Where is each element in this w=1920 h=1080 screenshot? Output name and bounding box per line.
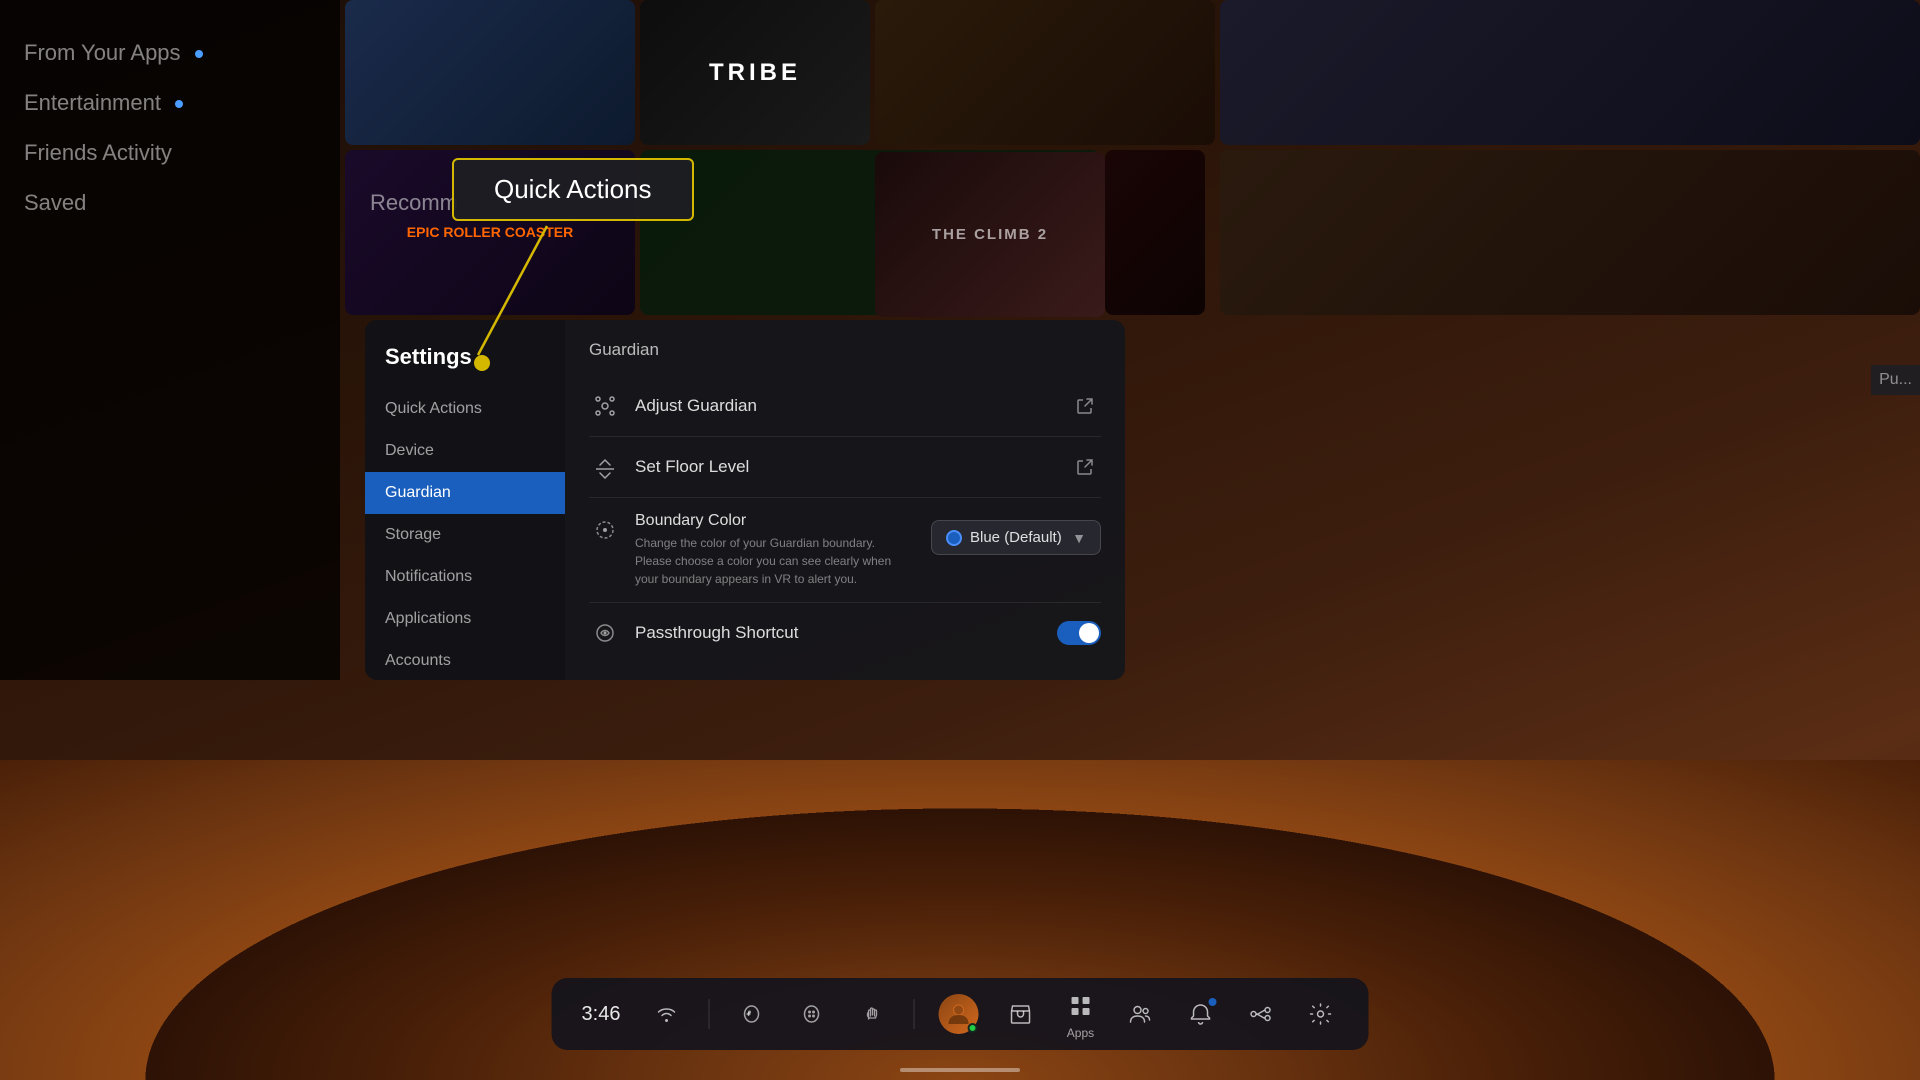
quick-actions-box: Quick Actions	[452, 158, 694, 221]
settings-nav-device[interactable]: Device	[365, 430, 565, 472]
nav-item-from-apps[interactable]: From Your Apps	[24, 28, 316, 78]
color-dot-blue	[946, 530, 962, 546]
adjust-guardian-launch-icon[interactable]	[1069, 390, 1101, 422]
people-icon[interactable]	[1122, 996, 1158, 1032]
settings-content: Guardian Adjust Guardian	[565, 320, 1125, 680]
taskbar: 3:46	[552, 978, 1369, 1050]
boundary-color-row: Boundary Color Change the color of your …	[589, 498, 1101, 603]
notification-badge	[1208, 998, 1216, 1006]
passthrough-label: Passthrough Shortcut	[635, 623, 1057, 643]
set-floor-level-icon	[589, 451, 621, 483]
settings-panel: Settings Quick Actions Device Guardian S…	[365, 320, 1125, 680]
passthrough-shortcut-row: Passthrough Shortcut	[589, 603, 1101, 663]
wifi-icon	[648, 996, 684, 1032]
settings-nav-applications[interactable]: Applications	[365, 598, 565, 640]
scroll-indicator-area	[900, 1068, 1020, 1072]
app-tile-climb[interactable]: THE CLIMB 2	[875, 152, 1105, 317]
adjust-guardian-label: Adjust Guardian	[635, 396, 1069, 416]
taskbar-time: 3:46	[582, 1003, 621, 1026]
tribe-logo: TRIBE	[709, 59, 801, 87]
avatar-icon[interactable]	[938, 994, 978, 1034]
tooltip-dot	[474, 355, 490, 371]
adjust-guardian-item[interactable]: Adjust Guardian	[589, 376, 1101, 437]
store-icon[interactable]	[1002, 996, 1038, 1032]
boundary-color-label: Boundary Color	[635, 512, 931, 530]
settings-section-title: Guardian	[589, 340, 1101, 360]
settings-nav-guardian[interactable]: Guardian	[365, 472, 565, 514]
nav-item-entertainment[interactable]: Entertainment	[24, 78, 316, 128]
settings-nav-storage[interactable]: Storage	[365, 514, 565, 556]
taskbar-divider-1	[708, 999, 709, 1029]
settings-gear-icon[interactable]	[1302, 996, 1338, 1032]
app-tile-tribe[interactable]: TRIBE	[640, 0, 870, 145]
set-floor-level-launch-icon[interactable]	[1069, 451, 1101, 483]
nav-item-saved[interactable]: Saved	[24, 178, 316, 228]
apps-icon-col: Apps	[1062, 988, 1098, 1040]
set-floor-level-label: Set Floor Level	[635, 457, 1069, 477]
app-tile-3[interactable]	[875, 0, 1215, 145]
app-tile-1[interactable]	[345, 0, 635, 145]
left-navigation: From Your Apps Entertainment Friends Act…	[0, 0, 340, 680]
app-tile-7[interactable]	[1105, 150, 1205, 315]
passthrough-toggle[interactable]	[1057, 621, 1101, 645]
app-tile-4[interactable]	[1220, 0, 1920, 145]
dropdown-arrow-icon: ▼	[1072, 530, 1086, 546]
boundary-color-desc: Change the color of your Guardian bounda…	[635, 534, 895, 588]
partial-right-text: Pu...	[1871, 365, 1920, 395]
boundary-color-icon	[589, 514, 621, 546]
passthrough-icon	[589, 617, 621, 649]
notifications-wrapper	[1182, 996, 1218, 1032]
epic-tile-label: Epic Roller Coaster	[407, 223, 573, 241]
controller-right-icon[interactable]	[793, 996, 829, 1032]
settings-sidebar: Settings Quick Actions Device Guardian S…	[365, 320, 565, 680]
app-tile-8[interactable]	[1220, 150, 1920, 315]
scroll-indicator	[900, 1068, 1020, 1072]
settings-nav-quick-actions[interactable]: Quick Actions	[365, 388, 565, 430]
controller-left-icon[interactable]	[733, 996, 769, 1032]
settings-title: Settings	[365, 344, 565, 388]
quick-actions-tooltip: Quick Actions	[452, 158, 694, 221]
adjust-guardian-icon	[589, 390, 621, 422]
color-label: Blue (Default)	[970, 529, 1064, 546]
controller-hand-icon[interactable]	[853, 996, 889, 1032]
taskbar-bar: 3:46	[552, 978, 1369, 1050]
boundary-info: Boundary Color Change the color of your …	[635, 512, 931, 588]
share-icon[interactable]	[1242, 996, 1278, 1032]
toggle-knob	[1079, 623, 1099, 643]
set-floor-level-item[interactable]: Set Floor Level	[589, 437, 1101, 498]
taskbar-divider-2	[913, 999, 914, 1029]
climb-label: THE CLIMB 2	[932, 226, 1048, 243]
notification-dot-2	[175, 100, 183, 108]
settings-nav-accounts[interactable]: Accounts	[365, 640, 565, 680]
notification-dot	[195, 50, 203, 58]
avatar-online-indicator	[967, 1023, 977, 1033]
settings-nav-notifications[interactable]: Notifications	[365, 556, 565, 598]
apps-label: Apps	[1067, 1026, 1094, 1040]
recommended-label: Recomm	[370, 190, 458, 216]
nav-item-friends[interactable]: Friends Activity	[24, 128, 316, 178]
apps-icon[interactable]	[1062, 988, 1098, 1024]
boundary-color-dropdown[interactable]: Blue (Default) ▼	[931, 520, 1101, 555]
